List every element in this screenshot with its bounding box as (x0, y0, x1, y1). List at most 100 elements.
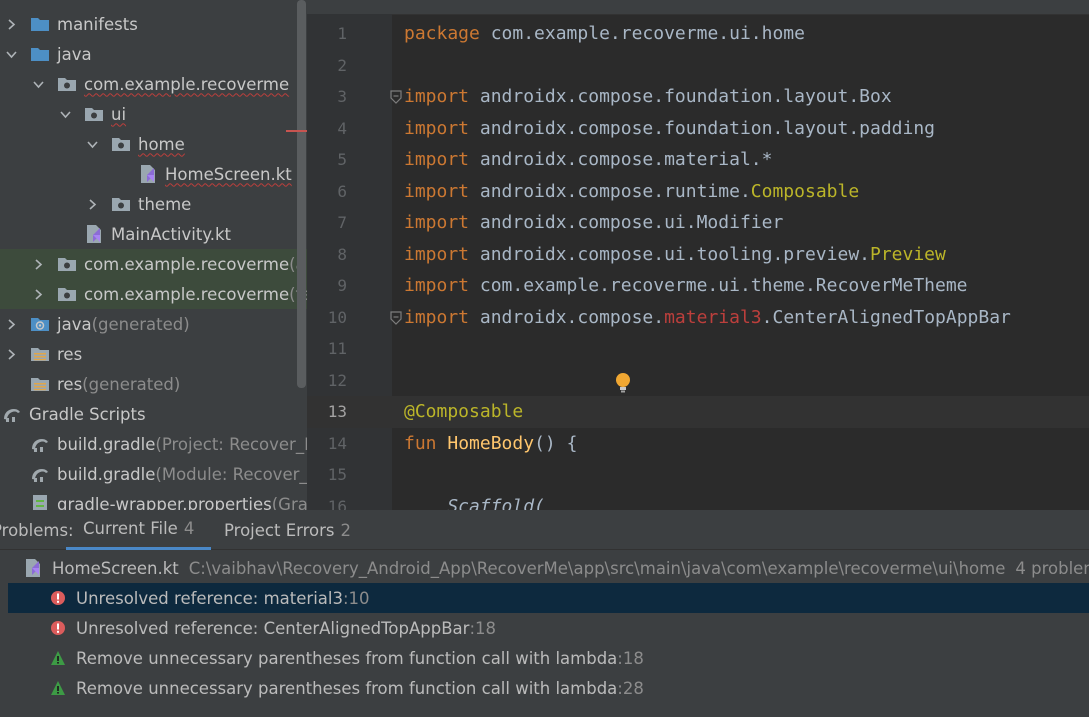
problems-file-row[interactable]: HomeScreen.kt C:\vaibhav\Recovery_Androi… (0, 553, 1089, 583)
tree-item[interactable]: com.example.recoverme (tes (0, 279, 307, 309)
code-token: androidx.compose.material.* (479, 149, 773, 171)
code-text: package com.example.recoverme.ui.home (404, 23, 805, 44)
code-line[interactable]: 10 import androidx.compose.material3.Cent… (307, 302, 1089, 334)
line-number: 6 (337, 181, 347, 201)
package-icon (57, 284, 77, 304)
code-line[interactable]: 6 import androidx.compose.runtime.Composa… (307, 176, 1089, 208)
tab-project-errors[interactable]: Project Errors 2 (224, 510, 351, 550)
code-line[interactable]: 1 package com.example.recoverme.ui.home (307, 18, 1089, 50)
chevron-down-icon[interactable] (31, 69, 45, 99)
code-line[interactable]: 16 Scaffold( (307, 491, 1089, 510)
package-icon (57, 254, 77, 274)
line-number: 1 (337, 24, 347, 44)
code-token: Composable (750, 180, 860, 202)
tab-label: Project Errors (224, 520, 335, 540)
chevron-right-icon[interactable] (31, 279, 45, 309)
problem-item[interactable]: Remove unnecessary parentheses from func… (0, 643, 1089, 673)
code-token: import (404, 275, 480, 297)
tree-item[interactable]: java (generated) (0, 309, 307, 339)
problem-item[interactable]: Unresolved reference: CenterAlignedTopAp… (0, 613, 1089, 643)
code-line[interactable]: 2 (307, 50, 1089, 82)
code-text: import androidx.compose.ui.Modifier (404, 212, 783, 233)
problem-line: :18 (617, 648, 644, 668)
problems-file-path: C:\vaibhav\Recovery_Android_App\RecoverM… (188, 558, 1006, 578)
chevron-down-icon[interactable] (85, 129, 99, 159)
line-number: 3 (337, 87, 347, 107)
problem-text: Unresolved reference: material3 (76, 588, 343, 608)
tree-item[interactable]: com.example.recoverme (0, 69, 307, 99)
tree-item[interactable]: ui (0, 99, 307, 129)
chevron-right-icon[interactable] (4, 339, 18, 369)
tree-item[interactable]: com.example.recoverme (an (0, 249, 307, 279)
tree-item[interactable]: Gradle Scripts (0, 399, 307, 429)
code-token: import (404, 86, 480, 108)
code-token: Preview (870, 243, 946, 265)
error-stripe-marker (286, 130, 307, 132)
code-line[interactable]: 9 import com.example.recoverme.ui.theme.R… (307, 270, 1089, 302)
code-line[interactable]: 7 import androidx.compose.ui.Modifier (307, 207, 1089, 239)
tree-item-label: theme (138, 194, 192, 214)
chevron-down-icon[interactable] (4, 39, 18, 69)
tree-item[interactable]: build.gradle (Module: Recover_M (0, 459, 307, 489)
tree-item[interactable]: res (0, 339, 307, 369)
tree-item[interactable]: manifests (0, 9, 307, 39)
code-text: @Composable (404, 401, 523, 422)
weak-warning-icon (50, 650, 66, 666)
code-line[interactable]: 12 (307, 365, 1089, 397)
code-token: @Composable (404, 401, 524, 423)
line-number: 12 (327, 370, 347, 390)
folder-icon (30, 44, 50, 64)
problem-item[interactable]: Unresolved reference: material3 :10 (8, 583, 1089, 613)
gradle-icon (2, 404, 22, 424)
fold-marker-icon[interactable] (390, 90, 402, 104)
problems-panel: Problems: Current File 4 Project Errors … (0, 510, 1089, 717)
tree-item-label: HomeScreen.kt (165, 164, 292, 184)
code-text: import androidx.compose.material.* (404, 149, 772, 170)
code-line[interactable]: 11 (307, 333, 1089, 365)
code-line[interactable]: 5 import androidx.compose.material.* (307, 144, 1089, 176)
code-token: androidx.compose. (479, 306, 665, 328)
problems-tab-bar: Problems: Current File 4 Project Errors … (0, 510, 1089, 550)
tree-item-label: manifests (57, 14, 138, 34)
tree-item-suffix: (generated) (91, 314, 190, 334)
tree-item-label: java (57, 314, 92, 334)
tree-item[interactable]: MainActivity.kt (0, 219, 307, 249)
code-line[interactable]: 14 fun HomeBody() { (307, 428, 1089, 460)
tab-current-file[interactable]: Current File 4 (66, 510, 212, 550)
tree-item[interactable]: HomeScreen.kt (0, 159, 307, 189)
tree-scrollbar[interactable] (297, 0, 306, 388)
code-line[interactable]: 15 (307, 459, 1089, 491)
code-token: androidx.compose.runtime. (479, 180, 751, 202)
chevron-right-icon[interactable] (4, 9, 18, 39)
chevron-right-icon[interactable] (4, 309, 18, 339)
code-text: import com.example.recoverme.ui.theme.Re… (404, 275, 968, 296)
chevron-right-icon[interactable] (85, 189, 99, 219)
chevron-right-icon[interactable] (31, 249, 45, 279)
code-token: import (404, 180, 480, 202)
code-line[interactable]: 4 import androidx.compose.foundation.layo… (307, 113, 1089, 145)
fold-marker-icon[interactable] (390, 310, 402, 325)
problem-item[interactable]: Remove unnecessary parentheses from func… (0, 673, 1089, 703)
line-number: 14 (327, 433, 347, 453)
package-icon (111, 134, 131, 154)
code-line[interactable]: 13 @Composable (307, 396, 1089, 428)
chevron-down-icon[interactable] (58, 99, 72, 129)
code-token: import (404, 117, 480, 139)
tree-item[interactable]: java (0, 39, 307, 69)
code-line[interactable]: 8 import androidx.compose.ui.tooling.prev… (307, 239, 1089, 271)
lightbulb-icon[interactable] (614, 372, 632, 394)
kotlin-file-icon (84, 224, 104, 244)
tree-item[interactable]: res (generated) (0, 369, 307, 399)
tree-item[interactable]: gradle-wrapper.properties (Grad (0, 489, 307, 510)
problem-text: Remove unnecessary parentheses from func… (76, 648, 618, 668)
line-number: 5 (337, 150, 347, 170)
code-text: Scaffold( (404, 496, 545, 510)
tree-item[interactable]: theme (0, 189, 307, 219)
code-text: import androidx.compose.foundation.layou… (404, 86, 892, 107)
tree-item[interactable]: home (0, 129, 307, 159)
problem-line: :10 (342, 588, 370, 608)
tree-item[interactable]: build.gradle (Project: Recover_M (0, 429, 307, 459)
code-text: import androidx.compose.material3.Center… (404, 307, 1011, 328)
code-editor[interactable]: 1 package com.example.recoverme.ui.home 2 3… (307, 0, 1089, 510)
code-line[interactable]: 3 import androidx.compose.foundation.layo… (307, 81, 1089, 113)
